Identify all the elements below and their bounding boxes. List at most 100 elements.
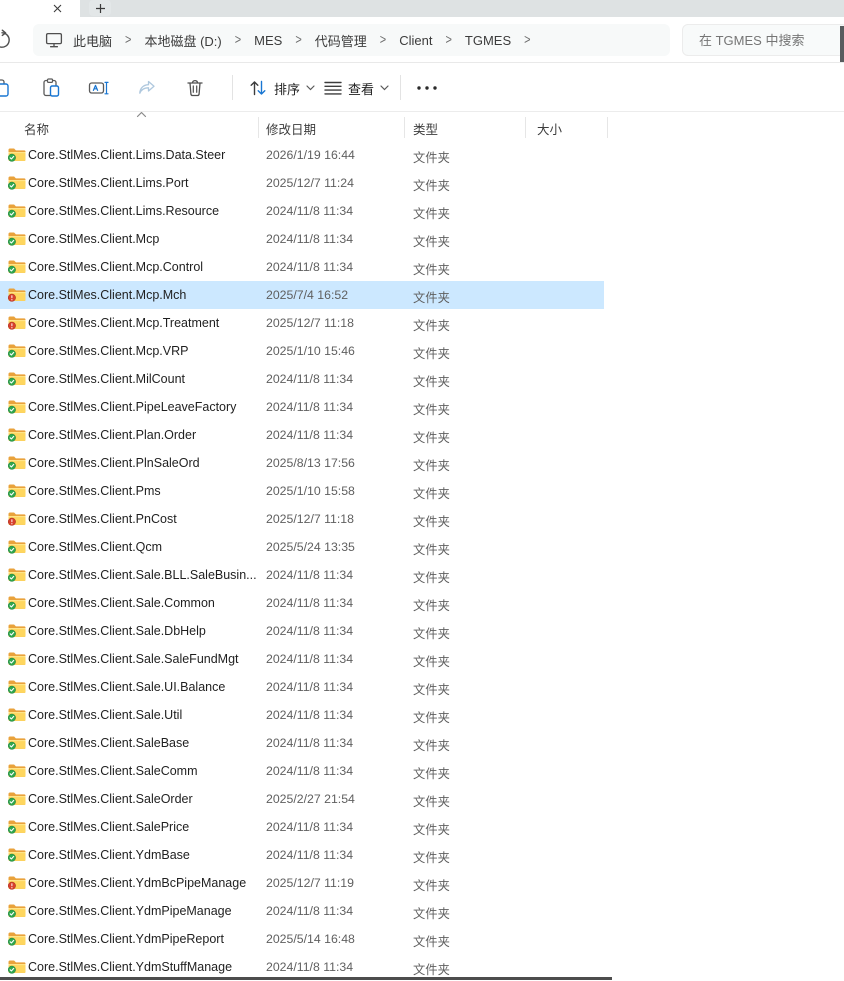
table-row[interactable]: Core.StlMes.Client.Sale.BLL.SaleBusin...…: [0, 561, 844, 589]
table-row[interactable]: Core.StlMes.Client.Mcp.Control 2024/11/8…: [0, 253, 844, 281]
file-date: 2024/11/8 11:34: [266, 428, 353, 442]
search-input[interactable]: [683, 33, 829, 48]
folder-icon: [8, 931, 26, 946]
table-row[interactable]: Core.StlMes.Client.SaleBase 2024/11/8 11…: [0, 729, 844, 757]
breadcrumb-item[interactable]: TGMES: [459, 30, 517, 51]
folder-icon: [8, 343, 26, 358]
table-row[interactable]: Core.StlMes.Client.SalePrice 2024/11/8 1…: [0, 813, 844, 841]
column-divider[interactable]: [258, 117, 259, 138]
status-ok-badge: [8, 686, 15, 693]
breadcrumb-bar[interactable]: 此电脑 > 本地磁盘 (D:) > MES > 代码管理 > Client > TGMES >: [33, 24, 670, 56]
table-row[interactable]: Core.StlMes.Client.Lims.Resource 2024/11…: [0, 197, 844, 225]
table-row[interactable]: Core.StlMes.Client.Sale.Util 2024/11/8 1…: [0, 701, 844, 729]
file-date: 2025/7/4 16:52: [266, 288, 348, 302]
file-name: Core.StlMes.Client.Lims.Data.Steer: [28, 148, 225, 162]
sort-ascending-icon: [136, 111, 147, 118]
column-header-date[interactable]: 修改日期: [266, 119, 316, 138]
breadcrumb-item[interactable]: MES: [248, 30, 288, 51]
table-row[interactable]: Core.StlMes.Client.YdmPipeReport 2025/5/…: [0, 925, 844, 953]
file-date: 2025/5/24 13:35: [266, 540, 355, 554]
file-type: 文件夹: [413, 344, 450, 362]
new-tab-button[interactable]: [89, 0, 111, 16]
table-row[interactable]: Core.StlMes.Client.Sale.DbHelp 2024/11/8…: [0, 617, 844, 645]
rename-button[interactable]: [88, 77, 110, 99]
column-divider[interactable]: [525, 117, 526, 138]
breadcrumb-item[interactable]: Client: [393, 30, 438, 51]
chevron-right-icon[interactable]: >: [295, 33, 301, 48]
toolbar-divider: [232, 75, 233, 100]
file-type: 文件夹: [413, 428, 450, 446]
breadcrumb-item[interactable]: 此电脑: [67, 28, 118, 53]
toolbar: 排序 查看: [0, 62, 844, 112]
breadcrumb-item[interactable]: 代码管理: [309, 28, 373, 53]
folder-icon: [8, 707, 26, 722]
table-row[interactable]: Core.StlMes.Client.YdmPipeManage 2024/11…: [0, 897, 844, 925]
table-row[interactable]: Core.StlMes.Client.SaleComm 2024/11/8 11…: [0, 757, 844, 785]
breadcrumb-item[interactable]: 本地磁盘 (D:): [138, 28, 227, 53]
file-type: 文件夹: [413, 736, 450, 754]
file-type: 文件夹: [413, 792, 450, 810]
delete-button[interactable]: [184, 77, 206, 99]
table-row[interactable]: Core.StlMes.Client.Lims.Data.Steer 2026/…: [0, 141, 844, 169]
table-row[interactable]: Core.StlMes.Client.PipeLeaveFactory 2024…: [0, 393, 844, 421]
table-row[interactable]: Core.StlMes.Client.PlnSaleOrd 2025/8/13 …: [0, 449, 844, 477]
column-header-size[interactable]: 大小: [537, 119, 562, 138]
copy-button[interactable]: [0, 77, 12, 99]
file-name: Core.StlMes.Client.Lims.Port: [28, 176, 188, 190]
table-row[interactable]: Core.StlMes.Client.YdmBase 2024/11/8 11:…: [0, 841, 844, 869]
chevron-right-icon[interactable]: >: [445, 33, 451, 48]
chevron-right-icon[interactable]: >: [380, 33, 386, 48]
file-name: Core.StlMes.Client.Pms: [28, 484, 161, 498]
chevron-right-icon[interactable]: >: [235, 33, 241, 48]
file-name: Core.StlMes.Client.PlnSaleOrd: [28, 456, 200, 470]
table-row[interactable]: Core.StlMes.Client.MilCount 2024/11/8 11…: [0, 365, 844, 393]
more-options-button[interactable]: [414, 77, 440, 99]
table-row[interactable]: Core.StlMes.Client.Sale.SaleFundMgt 2024…: [0, 645, 844, 673]
view-button[interactable]: 查看: [318, 73, 395, 103]
file-date: 2024/11/8 11:34: [266, 652, 353, 666]
file-date: 2024/11/8 11:34: [266, 260, 353, 274]
file-name: Core.StlMes.Client.SaleOrder: [28, 792, 193, 806]
table-row[interactable]: Core.StlMes.Client.Mcp.Treatment 2025/12…: [0, 309, 844, 337]
column-header-name[interactable]: 名称: [24, 119, 49, 138]
table-row[interactable]: Core.StlMes.Client.Sale.Common 2024/11/8…: [0, 589, 844, 617]
refresh-icon[interactable]: [0, 29, 13, 51]
status-ok-badge: [8, 490, 15, 497]
table-row[interactable]: Core.StlMes.Client.YdmBcPipeManage 2025/…: [0, 869, 844, 897]
folder-icon: [8, 847, 26, 862]
table-row[interactable]: Core.StlMes.Client.PnCost 2025/12/7 11:1…: [0, 505, 844, 533]
chevron-right-icon[interactable]: >: [125, 33, 131, 48]
status-ok-badge: [8, 546, 15, 553]
status-ok-badge: [8, 210, 15, 217]
column-divider[interactable]: [404, 117, 405, 138]
search-box[interactable]: [682, 24, 844, 56]
table-row[interactable]: Core.StlMes.Client.Mcp.Mch 2025/7/4 16:5…: [0, 281, 844, 309]
file-date: 2025/5/14 16:48: [266, 932, 355, 946]
active-tab[interactable]: [0, 0, 80, 17]
share-button[interactable]: [136, 77, 158, 99]
file-name: Core.StlMes.Client.YdmPipeManage: [28, 904, 232, 918]
column-header-type[interactable]: 类型: [413, 119, 438, 138]
table-row[interactable]: Core.StlMes.Client.SaleOrder 2025/2/27 2…: [0, 785, 844, 813]
folder-icon: [8, 483, 26, 498]
tab-close-button[interactable]: [50, 1, 64, 15]
table-row[interactable]: Core.StlMes.Client.Mcp.VRP 2025/1/10 15:…: [0, 337, 844, 365]
column-divider[interactable]: [607, 117, 608, 138]
file-type: 文件夹: [413, 960, 450, 978]
chevron-right-icon[interactable]: >: [524, 33, 530, 48]
file-date: 2025/12/7 11:18: [266, 316, 354, 330]
table-row[interactable]: Core.StlMes.Client.Mcp 2024/11/8 11:34 文…: [0, 225, 844, 253]
sort-button[interactable]: 排序: [242, 73, 321, 103]
table-row[interactable]: Core.StlMes.Client.Sale.UI.Balance 2024/…: [0, 673, 844, 701]
paste-button[interactable]: [40, 77, 62, 99]
table-row[interactable]: Core.StlMes.Client.Pms 2025/1/10 15:58 文…: [0, 477, 844, 505]
table-row[interactable]: Core.StlMes.Client.Qcm 2025/5/24 13:35 文…: [0, 533, 844, 561]
file-type: 文件夹: [413, 512, 450, 530]
status-ok-badge: [8, 406, 15, 413]
folder-icon: [8, 959, 26, 974]
file-list: Core.StlMes.Client.Lims.Data.Steer 2026/…: [0, 141, 844, 981]
table-row[interactable]: Core.StlMes.Client.Lims.Port 2025/12/7 1…: [0, 169, 844, 197]
folder-icon: [8, 875, 26, 890]
table-row[interactable]: Core.StlMes.Client.Plan.Order 2024/11/8 …: [0, 421, 844, 449]
file-name: Core.StlMes.Client.YdmPipeReport: [28, 932, 224, 946]
